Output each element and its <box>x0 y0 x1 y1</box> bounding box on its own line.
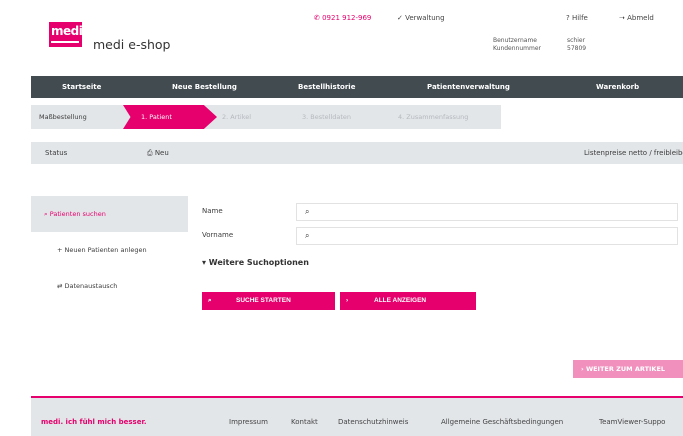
nav-item-neue-bestellung[interactable]: Neue Bestellung <box>172 76 237 98</box>
logo-underline <box>51 41 79 43</box>
vorname-label: Vorname <box>202 231 234 239</box>
nav-item-patientenverwaltung[interactable]: Patientenverwaltung <box>427 76 510 98</box>
username-label: Benutzername <box>493 37 537 44</box>
step-bestelldaten: 3. Bestelldaten <box>302 113 352 121</box>
status-bar: Status ⎙ Neu Listenpreise netto / freibl… <box>31 142 683 164</box>
nav-item-warenkorb[interactable]: Warenkorb <box>596 76 639 98</box>
customer-number-value: 57809 <box>567 45 587 52</box>
shop-title: medi e-shop <box>93 37 171 52</box>
chevron-right-icon: › <box>346 297 349 304</box>
price-note: Listenpreise netto / freibleiben <box>584 149 683 157</box>
step-patient[interactable]: 1. Patient <box>123 105 217 129</box>
side-item-patienten-suchen[interactable]: ⌕ Patienten suchen <box>31 196 188 232</box>
vorname-field[interactable]: ⌕ <box>296 227 678 245</box>
main-nav: Startseite Neue Bestellung Bestellhistor… <box>31 76 683 174</box>
customer-number-label: Kundennummer <box>493 45 541 52</box>
status-label: Status <box>45 149 68 157</box>
user-info-labels: Benutzername Kundennummer <box>493 37 541 53</box>
name-field[interactable]: ⌕ <box>296 203 678 221</box>
name-label: Name <box>202 207 223 215</box>
footer-link-datenschutz[interactable]: Datenschutzhinweis <box>338 418 408 426</box>
header: medi medi e-shop ✆ 0921 912-969 ✓ Verwal… <box>31 0 683 74</box>
show-all-button[interactable]: › ALLE ANZEIGEN <box>340 292 476 310</box>
search-icon: ⌕ <box>305 231 310 240</box>
nav-item-bestellhistorie[interactable]: Bestellhistorie <box>298 76 355 98</box>
status-value: ⎙ Neu <box>147 149 169 157</box>
footer-link-teamviewer[interactable]: TeamViewer-Suppo <box>599 418 665 426</box>
next-to-article-button[interactable]: › WEITER ZUM ARTIKEL <box>573 360 683 378</box>
footer: medi. ich fühl mich besser. Impressum Ko… <box>31 396 683 436</box>
logo-text: medi <box>51 24 83 38</box>
step-zusammenfassung: 4. Zusammenfassung <box>398 113 469 121</box>
step-massbestellung: Maßbestellung <box>39 113 87 121</box>
username-value: schier <box>567 37 586 44</box>
left-margin <box>0 0 31 436</box>
help-link[interactable]: ? Hilfe <box>566 14 588 22</box>
user-info-values: schier 57809 <box>567 37 586 53</box>
side-item-neuen-patienten-anlegen[interactable]: + Neuen Patienten anlegen <box>31 232 188 268</box>
search-start-label: SUCHE STARTEN <box>236 297 291 304</box>
search-icon: ⌕ <box>305 207 310 216</box>
step-artikel: 2. Artikel <box>222 113 252 121</box>
logout-link[interactable]: ➝ Abmeld <box>619 14 654 22</box>
more-search-options-toggle[interactable]: ▾ Weitere Suchoptionen <box>202 258 309 267</box>
footer-slogan: medi. ich fühl mich besser. <box>41 418 147 426</box>
medi-logo[interactable]: medi <box>49 22 83 47</box>
footer-link-agb[interactable]: Allgemeine Geschäftsbedingungen <box>441 418 563 426</box>
order-steps: Maßbestellung 1. Patient 2. Artikel 3. B… <box>31 105 501 129</box>
phone-link[interactable]: ✆ 0921 912-969 <box>314 14 371 22</box>
footer-link-kontakt[interactable]: Kontakt <box>291 418 318 426</box>
show-all-label: ALLE ANZEIGEN <box>374 297 427 304</box>
search-start-button[interactable]: ⌕ SUCHE STARTEN <box>202 292 335 310</box>
nav-item-startseite[interactable]: Startseite <box>62 76 101 98</box>
search-icon: ⌕ <box>208 297 212 304</box>
side-item-datenaustausch[interactable]: ⇄ Datenaustausch <box>31 268 188 304</box>
side-menu: ⌕ Patienten suchen + Neuen Patienten anl… <box>31 196 188 304</box>
footer-link-impressum[interactable]: Impressum <box>229 418 268 426</box>
verwaltung-link[interactable]: ✓ Verwaltung <box>397 14 445 22</box>
